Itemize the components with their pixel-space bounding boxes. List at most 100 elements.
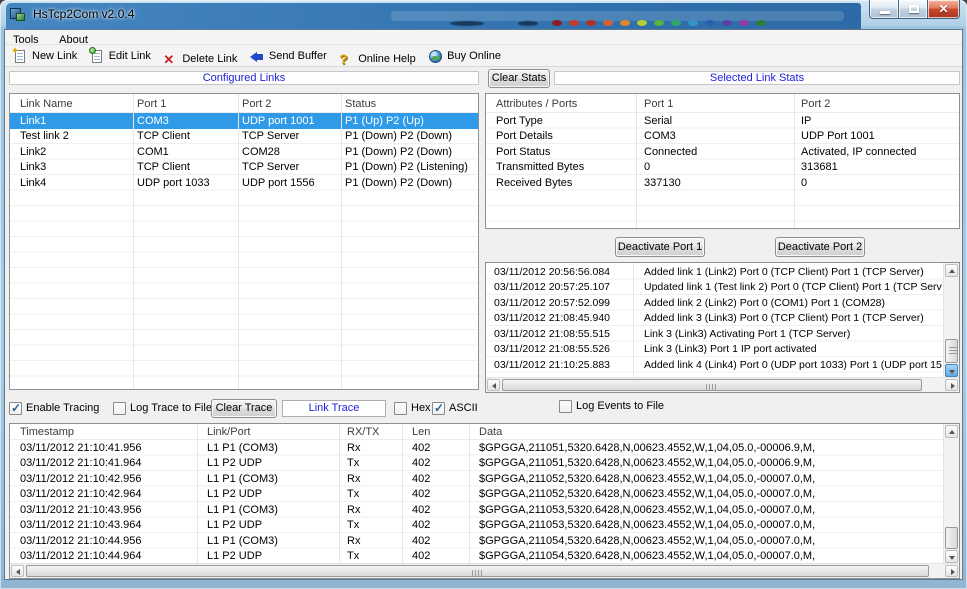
trace-row[interactable]: 03/11/2012 21:10:42.964 L1 P2 UDP Tx 402…: [10, 487, 943, 503]
scrollbar-thumb[interactable]: [502, 379, 922, 391]
title-bar[interactable]: HsTcp2Com v2.0.4: [0, 0, 967, 29]
scroll-up-button[interactable]: [945, 264, 958, 277]
column-divider: [238, 94, 239, 389]
trace-row[interactable]: 03/11/2012 21:10:42.956 L1 P1 (COM3) Rx …: [10, 471, 943, 487]
trace-row[interactable]: 03/11/2012 21:10:43.956 L1 P1 (COM3) Rx …: [10, 502, 943, 518]
trace-row[interactable]: 03/11/2012 21:10:44.964 L1 P2 UDP Tx 402…: [10, 549, 943, 565]
column-divider: [633, 263, 634, 378]
scroll-right-button[interactable]: [945, 565, 958, 577]
cell-attribute: Port Details: [496, 130, 634, 142]
event-row[interactable]: 03/11/2012 20:57:25.107 Updated link 1 (…: [486, 280, 943, 296]
trace-row[interactable]: 03/11/2012 21:10:41.956 L1 P1 (COM3) Rx …: [10, 440, 943, 456]
configured-links-column-headers[interactable]: Link Name Port 1 Port 2 Status: [10, 94, 478, 113]
column-divider: [341, 94, 342, 389]
col-len[interactable]: Len: [412, 426, 430, 438]
scrollbar-thumb[interactable]: [945, 527, 958, 549]
minimize-button[interactable]: [869, 0, 899, 19]
color-dot-icon: [569, 20, 579, 26]
edit-link-button[interactable]: Edit Link: [90, 46, 151, 66]
event-row[interactable]: 03/11/2012 21:08:55.526 Link 3 (Link3) P…: [486, 342, 943, 358]
online-help-button[interactable]: Online Help: [339, 49, 415, 69]
stat-row[interactable]: Port Status Connected Activated, IP conn…: [486, 144, 959, 160]
cell-attribute: Port Type: [496, 115, 634, 127]
link-row[interactable]: Link1 COM3 UDP port 1001 P1 (Up) P2 (Up): [10, 113, 478, 129]
stat-row[interactable]: Port Details COM3 UDP Port 1001: [486, 129, 959, 145]
hex-label[interactable]: Hex: [411, 402, 431, 414]
send-buffer-button[interactable]: Send Buffer: [250, 46, 327, 66]
color-dot-icon: [637, 20, 647, 26]
scrollbar-thumb[interactable]: [945, 339, 958, 363]
link-stats-column-headers[interactable]: Attributes / Ports Port 1 Port 2: [486, 94, 959, 113]
close-button[interactable]: [927, 0, 960, 19]
window-title: HsTcp2Com v2.0.4: [33, 7, 134, 21]
buy-online-button[interactable]: Buy Online: [428, 46, 501, 66]
deactivate-port2-button[interactable]: Deactivate Port 2: [775, 237, 865, 257]
scroll-up-button[interactable]: [945, 425, 958, 438]
hex-checkbox[interactable]: [394, 402, 407, 415]
color-dot-icon: [654, 20, 664, 26]
scroll-right-button[interactable]: [945, 379, 958, 391]
menu-tools[interactable]: Tools: [5, 33, 47, 46]
scroll-down-button[interactable]: [945, 364, 958, 377]
link-row[interactable]: Test link 2 TCP Client TCP Server P1 (Do…: [10, 129, 478, 145]
scroll-down-button[interactable]: [945, 550, 958, 563]
col-data[interactable]: Data: [479, 426, 502, 438]
log-trace-label[interactable]: Log Trace to File: [130, 402, 212, 414]
event-row[interactable]: 03/11/2012 21:08:45.940 Added link 3 (Li…: [486, 311, 943, 327]
col-rx-tx[interactable]: RX/TX: [347, 426, 379, 438]
link-row[interactable]: Link4 UDP port 1033 UDP port 1556 P1 (Do…: [10, 175, 478, 191]
titlebar-artifact: [518, 21, 538, 26]
event-row[interactable]: 03/11/2012 21:10:25.883 Added link 4 (Li…: [486, 357, 943, 373]
trace-vertical-scrollbar[interactable]: [943, 424, 959, 564]
stat-row[interactable]: Received Bytes 337130 0: [486, 175, 959, 191]
enable-tracing-label[interactable]: Enable Tracing: [26, 402, 99, 414]
log-events-checkbox[interactable]: [559, 400, 572, 413]
enable-tracing-checkbox[interactable]: [9, 402, 22, 415]
col-port2[interactable]: Port 2: [801, 98, 830, 110]
cell-event-time: 03/11/2012 20:57:52.099: [494, 297, 631, 309]
deactivate-port1-button[interactable]: Deactivate Port 1: [615, 237, 705, 257]
col-link-name[interactable]: Link Name: [20, 98, 73, 110]
delete-link-button[interactable]: Delete Link: [163, 49, 237, 69]
stat-row[interactable]: Port Type Serial IP: [486, 113, 959, 129]
trace-row[interactable]: 03/11/2012 21:10:43.964 L1 P2 UDP Tx 402…: [10, 518, 943, 534]
new-link-button[interactable]: New Link: [13, 46, 77, 66]
maximize-button[interactable]: [898, 0, 928, 19]
stat-row[interactable]: Transmitted Bytes 0 313681: [486, 160, 959, 176]
col-port1[interactable]: Port 1: [137, 98, 166, 110]
app-window: HsTcp2Com v2.0.4 Tools About New Link Ed…: [0, 0, 967, 589]
log-events-label[interactable]: Log Events to File: [576, 400, 664, 412]
cell-rx-tx: Rx: [347, 442, 400, 454]
link-row[interactable]: Link2 COM1 COM28 P1 (Down) P2 (Down): [10, 144, 478, 160]
cell-len: 402: [412, 504, 467, 516]
col-port2[interactable]: Port 2: [242, 98, 271, 110]
app-icon[interactable]: [10, 6, 26, 22]
col-link-port[interactable]: Link/Port: [207, 426, 250, 438]
trace-column-headers[interactable]: Timestamp Link/Port RX/TX Len Data: [10, 424, 959, 440]
cell-event-time: 03/11/2012 20:56:56.084: [494, 266, 631, 278]
trace-horizontal-scrollbar[interactable]: [10, 563, 959, 578]
link-row[interactable]: Link3 TCP Client TCP Server P1 (Down) P2…: [10, 160, 478, 176]
clear-stats-button[interactable]: Clear Stats: [488, 69, 550, 88]
column-divider: [636, 94, 637, 228]
scroll-left-button[interactable]: [487, 379, 500, 391]
scrollbar-thumb[interactable]: [26, 565, 929, 577]
trace-row[interactable]: 03/11/2012 21:10:41.964 L1 P2 UDP Tx 402…: [10, 456, 943, 472]
scroll-left-button[interactable]: [11, 565, 24, 577]
col-port1[interactable]: Port 1: [644, 98, 673, 110]
event-row[interactable]: 03/11/2012 21:08:55.515 Link 3 (Link3) A…: [486, 326, 943, 342]
clear-trace-button[interactable]: Clear Trace: [211, 399, 277, 418]
col-timestamp[interactable]: Timestamp: [20, 426, 74, 438]
ascii-label[interactable]: ASCII: [449, 402, 478, 414]
event-log-horizontal-scrollbar[interactable]: [486, 377, 959, 392]
ascii-checkbox[interactable]: [432, 402, 445, 415]
event-row[interactable]: 03/11/2012 20:56:56.084 Added link 1 (Li…: [486, 264, 943, 280]
event-log-vertical-scrollbar[interactable]: [943, 263, 959, 378]
event-row[interactable]: 03/11/2012 20:57:52.099 Added link 2 (Li…: [486, 295, 943, 311]
col-status[interactable]: Status: [345, 98, 376, 110]
color-dot-icon: [603, 20, 613, 26]
trace-row[interactable]: 03/11/2012 21:10:44.956 L1 P1 (COM3) Rx …: [10, 533, 943, 549]
log-trace-checkbox[interactable]: [113, 402, 126, 415]
col-attributes[interactable]: Attributes / Ports: [496, 98, 577, 110]
menu-about[interactable]: About: [51, 33, 96, 46]
